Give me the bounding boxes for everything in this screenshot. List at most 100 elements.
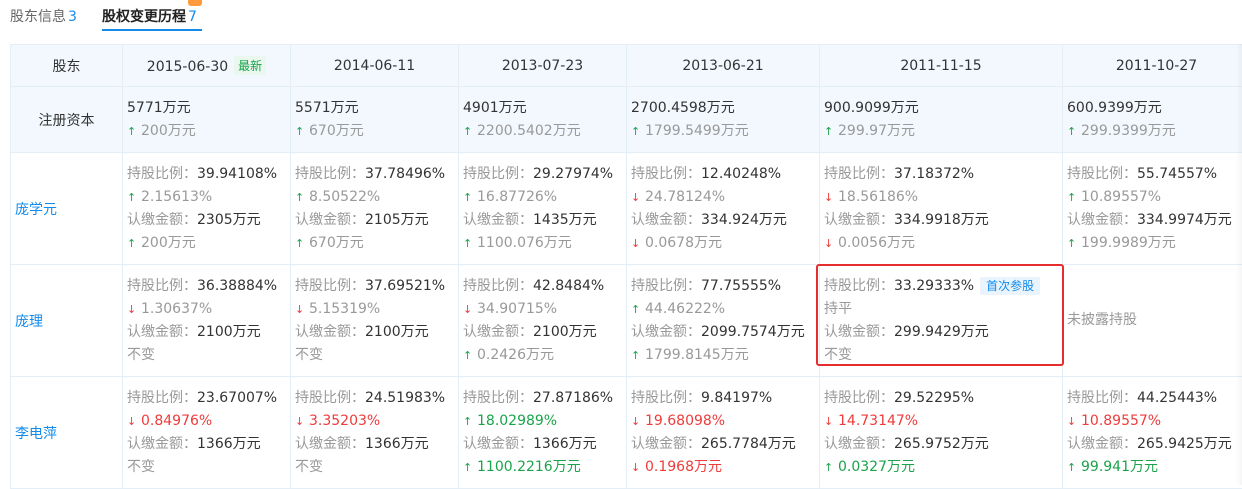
holding-cell: 持股比例：55.74557%↑10.89557%认缴金额：334.9974万元↑… [1063,153,1242,265]
amount-label: 认缴金额： [463,212,533,228]
shareholder-name-link[interactable]: 庞学元 [15,202,57,218]
arrow-up-icon: ↑ [127,186,138,209]
holding-cell: 未披露持股 [1063,265,1242,377]
ratio-label: 持股比例： [127,390,197,406]
capital-change: 299.97万元 [838,123,915,139]
arrow-up-icon: ↑ [1067,232,1078,255]
ratio-change: 34.90715% [477,301,557,317]
holding-cell: 持股比例：9.84197%↓19.68098%认缴金额：265.7784万元↓0… [627,377,820,489]
ratio-label: 持股比例： [824,390,894,406]
arrow-up-icon: ↑ [463,232,474,255]
horizontal-scroll-edge [1236,44,1242,485]
date-label: 2015-06-30 [147,59,228,75]
arrow-down-icon: ↓ [127,410,138,433]
ratio-value: 29.27974% [533,166,613,182]
ratio-change: 10.89557% [1081,189,1161,205]
capital-cell: 5571万元↑670万元 [291,87,459,153]
ratio-change: 18.56186% [838,189,918,205]
amount-change: 199.9989万元 [1081,235,1176,251]
ratio-value: 44.25443% [1137,390,1217,406]
amount-label: 认缴金额： [631,324,701,340]
amount-change: 0.0327万元 [838,459,915,475]
amount-change: 1799.8145万元 [645,347,749,363]
registered-capital-row: 注册资本5771万元↑200万元5571万元↑670万元4901万元↑2200.… [11,87,1242,153]
shareholder-name-link[interactable]: 李电萍 [15,426,57,442]
active-tab-underline [102,29,202,31]
capital-cell: 4901万元↑2200.5402万元 [459,87,627,153]
ratio-value: 24.51983% [365,390,445,406]
latest-badge: 最新 [234,56,266,75]
arrow-up-icon: ↑ [295,120,306,143]
amount-label: 认缴金额： [1067,436,1137,452]
arrow-down-icon: ↓ [631,456,642,479]
arrow-up-icon: ↑ [127,232,138,255]
undisclosed-text: 未披露持股 [1067,312,1137,328]
ratio-label: 持股比例： [295,166,365,182]
amount-change: 99.941万元 [1081,459,1158,475]
shareholder-name-cell: 李电萍 [11,377,123,489]
tab-label: 股权变更历程 [102,9,186,25]
tab-count: 7 [188,9,197,25]
holding-cell: 持股比例：42.8484%↓34.90715%认缴金额：2100万元↑0.242… [459,265,627,377]
capital-value: 5771万元 [127,100,191,116]
ratio-label: 持股比例： [127,166,197,182]
holding-cell: 持股比例：24.51983%↓3.35203%认缴金额：1366万元不变 [291,377,459,489]
ratio-change: 44.46222% [645,301,725,317]
amount-change: 670万元 [309,235,364,251]
row-label: 注册资本 [11,87,123,153]
amount-label: 认缴金额： [295,436,365,452]
amount-change: 不变 [295,347,323,363]
tab-label: 股东信息 [10,9,66,25]
arrow-down-icon: ↓ [1067,410,1078,433]
ratio-change: 24.78124% [645,189,725,205]
arrow-down-icon: ↓ [127,298,138,321]
capital-change: 670万元 [309,123,364,139]
ratio-label: 持股比例： [127,278,197,294]
arrow-down-icon: ↓ [463,298,474,321]
header-date: 2014-06-11 [291,45,459,87]
ratio-value: 27.87186% [533,390,613,406]
holding-cell: 持股比例：23.67007%↓0.84976%认缴金额：1366万元不变 [123,377,291,489]
arrow-up-icon: ↑ [631,344,642,367]
amount-change: 0.1968万元 [645,459,722,475]
ratio-label: 持股比例： [295,278,365,294]
amount-label: 认缴金额： [631,212,701,228]
amount-change: 1100.2216万元 [477,459,581,475]
shareholder-name-link[interactable]: 庞理 [15,314,43,330]
ratio-label: 持股比例： [824,166,894,182]
capital-change: 299.9399万元 [1081,123,1176,139]
arrow-down-icon: ↓ [824,186,835,209]
capital-cell: 600.9399万元↑299.9399万元 [1063,87,1242,153]
holding-cell: 持股比例：37.78496%↑8.50522%认缴金额：2105万元↑670万元 [291,153,459,265]
holding-cell: 持股比例：44.25443%↓10.89557%认缴金额：265.9425万元↑… [1063,377,1242,489]
amount-label: 认缴金额： [127,324,197,340]
header-label: 股东 [53,59,81,75]
shareholder-row: 庞理持股比例：36.38884%↓1.30637%认缴金额：2100万元不变持股… [11,265,1242,377]
arrow-down-icon: ↓ [631,186,642,209]
holding-cell: 持股比例：77.75555%↑44.46222%认缴金额：2099.7574万元… [627,265,820,377]
arrow-up-icon: ↑ [631,120,642,143]
amount-label: 认缴金额： [127,436,197,452]
amount-value: 2100万元 [533,324,597,340]
ratio-change: 0.84976% [141,413,212,429]
amount-value: 265.9752万元 [894,436,989,452]
amount-value: 299.9429万元 [894,324,989,340]
arrow-down-icon: ↓ [631,232,642,255]
capital-value: 600.9399万元 [1067,100,1162,116]
amount-label: 认缴金额： [824,436,894,452]
tab-count: 3 [68,9,77,25]
shareholder-row: 庞学元持股比例：39.94108%↑2.15613%认缴金额：2305万元↑20… [11,153,1242,265]
ratio-value: 37.69521% [365,278,445,294]
amount-value: 2100万元 [197,324,261,340]
header-date: 2011-10-27 [1063,45,1242,87]
date-label: 2013-07-23 [502,58,583,74]
ratio-change: 3.35203% [309,413,380,429]
tab-equity-change-history[interactable]: 股权变更历程7 [102,6,197,26]
holding-cell: 持股比例：27.87186%↑18.02989%认缴金额：1366万元↑1100… [459,377,627,489]
ratio-change: 8.50522% [309,189,380,205]
ratio-change: 19.68098% [645,413,725,429]
tab-shareholder-info[interactable]: 股东信息3 [10,6,77,26]
arrow-up-icon: ↑ [1067,456,1078,479]
amount-label: 认缴金额： [295,324,365,340]
holding-cell: 持股比例：33.29333%首次参股持平认缴金额：299.9429万元不变 [820,265,1063,377]
